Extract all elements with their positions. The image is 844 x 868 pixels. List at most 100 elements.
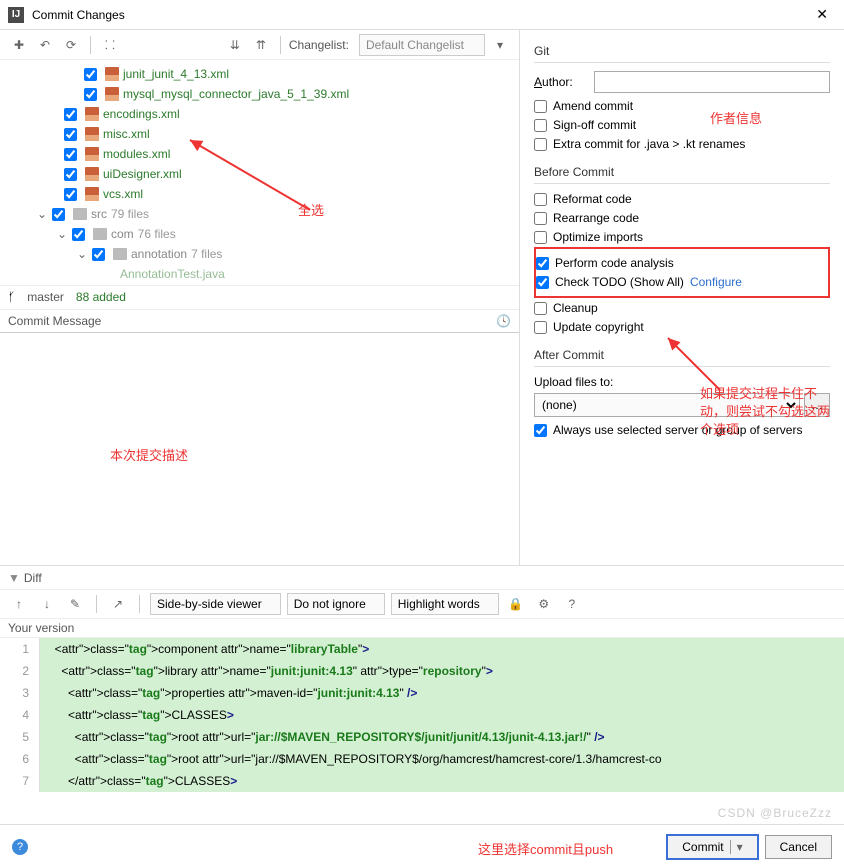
xml-icon: [85, 167, 99, 181]
rearrange-checkbox[interactable]: [534, 212, 547, 225]
folder-checkbox[interactable]: [72, 228, 85, 241]
gear-icon[interactable]: ⚙: [533, 593, 555, 615]
commit-message-input[interactable]: [0, 333, 519, 566]
branch-name[interactable]: master: [27, 290, 64, 304]
ignore-select[interactable]: Do not ignore: [287, 593, 385, 615]
refresh-icon[interactable]: ⟳: [60, 34, 82, 56]
file-checkbox[interactable]: [64, 148, 77, 161]
file-checkbox[interactable]: [84, 88, 97, 101]
signoff-label: Sign-off commit: [553, 118, 636, 132]
upload-browse-button[interactable]: …: [804, 393, 830, 417]
before-commit-title: Before Commit: [534, 165, 830, 184]
next-diff-icon[interactable]: ↓: [36, 593, 58, 615]
highlight-select[interactable]: Highlight words: [391, 593, 499, 615]
configure-link[interactable]: Configure: [690, 275, 742, 289]
xml-icon: [85, 107, 99, 121]
your-version-label: Your version: [0, 619, 844, 638]
diff-code[interactable]: 1 <attr">class="tag">component attr">nam…: [0, 638, 844, 792]
xml-icon: [85, 187, 99, 201]
copyright-label: Update copyright: [553, 320, 644, 334]
add-icon[interactable]: ✚: [8, 34, 30, 56]
help-button[interactable]: ?: [12, 839, 28, 855]
author-input[interactable]: [594, 71, 830, 93]
folder-checkbox[interactable]: [52, 208, 65, 221]
tree-file[interactable]: encodings.xml: [0, 104, 519, 124]
changes-count: 88 added: [76, 290, 126, 304]
rearrange-label: Rearrange code: [553, 211, 639, 225]
external-icon[interactable]: ↗: [107, 593, 129, 615]
reformat-checkbox[interactable]: [534, 193, 547, 206]
upload-label: Upload files to:: [534, 375, 830, 389]
xml-icon: [105, 87, 119, 101]
tree-file[interactable]: AnnotationTest.java: [0, 264, 519, 284]
upload-select[interactable]: (none): [534, 393, 800, 417]
always-server-checkbox[interactable]: [534, 424, 547, 437]
optimize-label: Optimize imports: [553, 230, 643, 244]
extra-commit-label: Extra commit for .java > .kt renames: [553, 137, 745, 151]
chevron-down-icon[interactable]: ▾: [489, 34, 511, 56]
file-checkbox[interactable]: [64, 188, 77, 201]
folder-checkbox[interactable]: [92, 248, 105, 261]
history-icon[interactable]: 🕓: [496, 314, 511, 328]
optimize-checkbox[interactable]: [534, 231, 547, 244]
collapse-icon[interactable]: ⇈: [250, 34, 272, 56]
xml-icon: [85, 147, 99, 161]
branch-icon: ᚶ: [8, 290, 15, 304]
todo-label: Check TODO (Show All): [555, 275, 684, 289]
tree-file[interactable]: mysql_mysql_connector_java_5_1_39.xml: [0, 84, 519, 104]
folder-icon: [73, 208, 87, 220]
tree-folder[interactable]: ⌄annotation7 files: [0, 244, 519, 264]
file-checkbox[interactable]: [84, 68, 97, 81]
always-server-label: Always use selected server or group of s…: [553, 423, 802, 437]
diff-label: Diff: [24, 571, 42, 585]
lock-icon[interactable]: 🔒: [505, 593, 527, 615]
author-label: Author:: [534, 75, 594, 89]
changes-tree[interactable]: junit_junit_4_13.xml mysql_mysql_connect…: [0, 60, 519, 285]
group-icon[interactable]: ⸬: [99, 34, 121, 56]
xml-icon: [105, 67, 119, 81]
extra-commit-checkbox[interactable]: [534, 138, 547, 151]
signoff-checkbox[interactable]: [534, 119, 547, 132]
help-icon[interactable]: ?: [561, 593, 583, 615]
chevron-down-icon[interactable]: ⌄: [36, 207, 48, 221]
edit-icon[interactable]: ✎: [64, 593, 86, 615]
window-title: Commit Changes: [32, 8, 808, 22]
tree-file[interactable]: uiDesigner.xml: [0, 164, 519, 184]
copyright-checkbox[interactable]: [534, 321, 547, 334]
chevron-down-icon[interactable]: ⌄: [76, 247, 88, 261]
cancel-button[interactable]: Cancel: [765, 835, 832, 859]
viewer-select[interactable]: Side-by-side viewer: [150, 593, 281, 615]
tree-file[interactable]: vcs.xml: [0, 184, 519, 204]
analysis-label: Perform code analysis: [555, 256, 674, 270]
file-checkbox[interactable]: [64, 168, 77, 181]
prev-diff-icon[interactable]: ↑: [8, 593, 30, 615]
changelist-label: Changelist:: [289, 38, 349, 52]
file-checkbox[interactable]: [64, 108, 77, 121]
commit-toolbar: ✚ ↶ ⟳ ⸬ ⇊ ⇈ Changelist: Default Changeli…: [0, 30, 519, 60]
expand-icon[interactable]: ⇊: [224, 34, 246, 56]
chevron-down-icon[interactable]: ⌄: [56, 227, 68, 241]
amend-checkbox[interactable]: [534, 100, 547, 113]
tree-folder[interactable]: ⌄src79 files: [0, 204, 519, 224]
commit-button[interactable]: Commit▾: [666, 834, 758, 860]
folder-icon: [93, 228, 107, 240]
app-icon: IJ: [8, 7, 24, 23]
after-commit-title: After Commit: [534, 348, 830, 367]
xml-icon: [85, 127, 99, 141]
analysis-checkbox[interactable]: [536, 257, 549, 270]
todo-checkbox[interactable]: [536, 276, 549, 289]
tree-file[interactable]: junit_junit_4_13.xml: [0, 64, 519, 84]
file-checkbox[interactable]: [64, 128, 77, 141]
tree-file[interactable]: modules.xml: [0, 144, 519, 164]
close-icon[interactable]: ✕: [808, 2, 836, 27]
revert-icon[interactable]: ↶: [34, 34, 56, 56]
cleanup-checkbox[interactable]: [534, 302, 547, 315]
watermark: CSDN @BruceZzz: [718, 806, 832, 820]
tree-folder[interactable]: ⌄com76 files: [0, 224, 519, 244]
tree-file[interactable]: misc.xml: [0, 124, 519, 144]
commit-dropdown-icon[interactable]: ▾: [730, 840, 743, 854]
changelist-select[interactable]: Default Changelist: [359, 34, 485, 56]
commit-message-label: Commit Message: [8, 314, 101, 328]
reformat-label: Reformat code: [553, 192, 632, 206]
collapse-diff-icon[interactable]: ▼: [8, 571, 20, 585]
